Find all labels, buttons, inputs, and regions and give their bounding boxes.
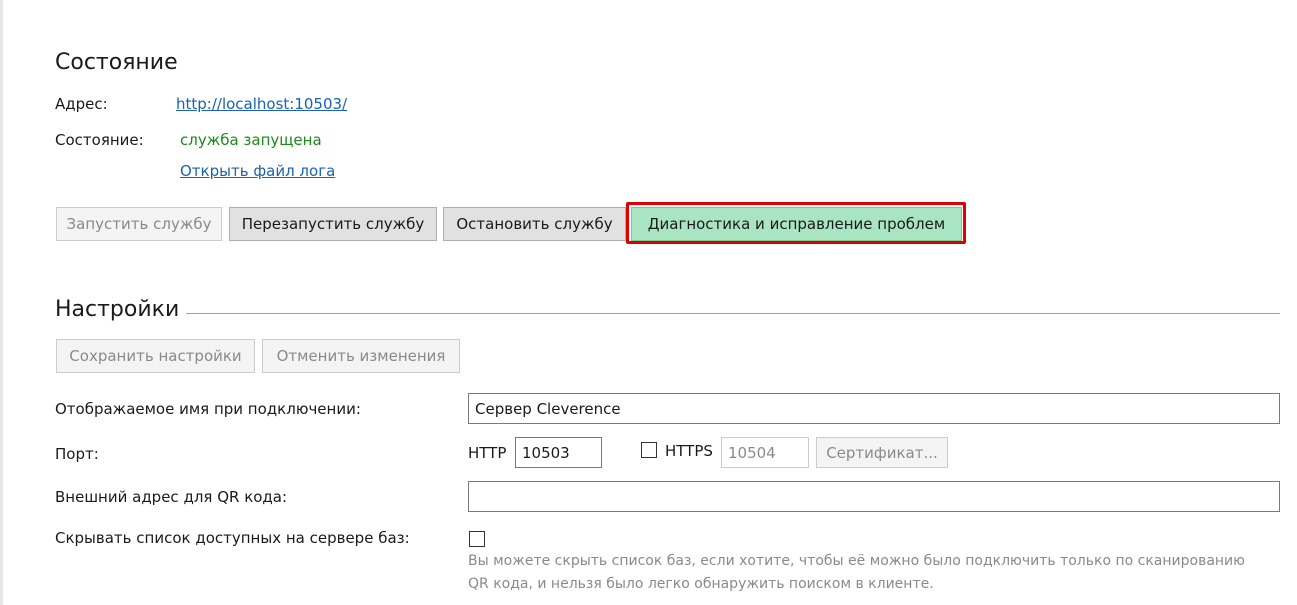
status-section-title: Состояние xyxy=(55,50,178,75)
hide-db-list-hint-line1: Вы можете скрыть список баз, если хотите… xyxy=(468,553,1245,569)
state-label: Состояние: xyxy=(55,131,144,149)
display-name-label: Отображаемое имя при подключении: xyxy=(55,400,361,418)
port-label: Порт: xyxy=(55,445,99,463)
state-value: служба запущена xyxy=(180,131,322,149)
address-label: Адрес: xyxy=(55,95,108,113)
settings-section-title: Настройки xyxy=(55,297,180,322)
hide-db-list-hint-line2: QR кода, и нельзя было легко обнаружить … xyxy=(468,576,934,592)
http-label: HTTP xyxy=(468,444,507,462)
start-service-button[interactable]: Запустить службу xyxy=(56,207,222,241)
https-port-input[interactable]: 10504 xyxy=(721,437,809,468)
display-name-input[interactable]: Сервер Cleverence xyxy=(468,393,1280,424)
window-left-border xyxy=(0,0,3,605)
hide-db-list-label: Скрывать список доступных на сервере баз… xyxy=(55,529,410,547)
open-log-link[interactable]: Открыть файл лога xyxy=(180,162,335,180)
certificate-button[interactable]: Сертификат... xyxy=(816,437,948,468)
https-checkbox[interactable] xyxy=(641,442,657,458)
hide-db-list-hint: Вы можете скрыть список баз, если хотите… xyxy=(468,550,1245,596)
qr-address-label: Внешний адрес для QR кода: xyxy=(55,488,288,506)
http-port-input[interactable]: 10503 xyxy=(515,437,602,468)
hide-db-list-checkbox[interactable] xyxy=(469,531,485,547)
https-label: HTTPS xyxy=(665,442,713,460)
cancel-changes-button[interactable]: Отменить изменения xyxy=(262,339,460,373)
address-link[interactable]: http://localhost:10503/ xyxy=(176,95,347,113)
settings-divider xyxy=(186,313,1280,314)
stop-service-button[interactable]: Остановить службу xyxy=(443,207,626,241)
restart-service-button[interactable]: Перезапустить службу xyxy=(229,207,437,241)
save-settings-button[interactable]: Сохранить настройки xyxy=(56,339,255,373)
qr-address-input[interactable] xyxy=(468,481,1280,512)
diagnose-button[interactable]: Диагностика и исправление проблем xyxy=(631,207,962,241)
